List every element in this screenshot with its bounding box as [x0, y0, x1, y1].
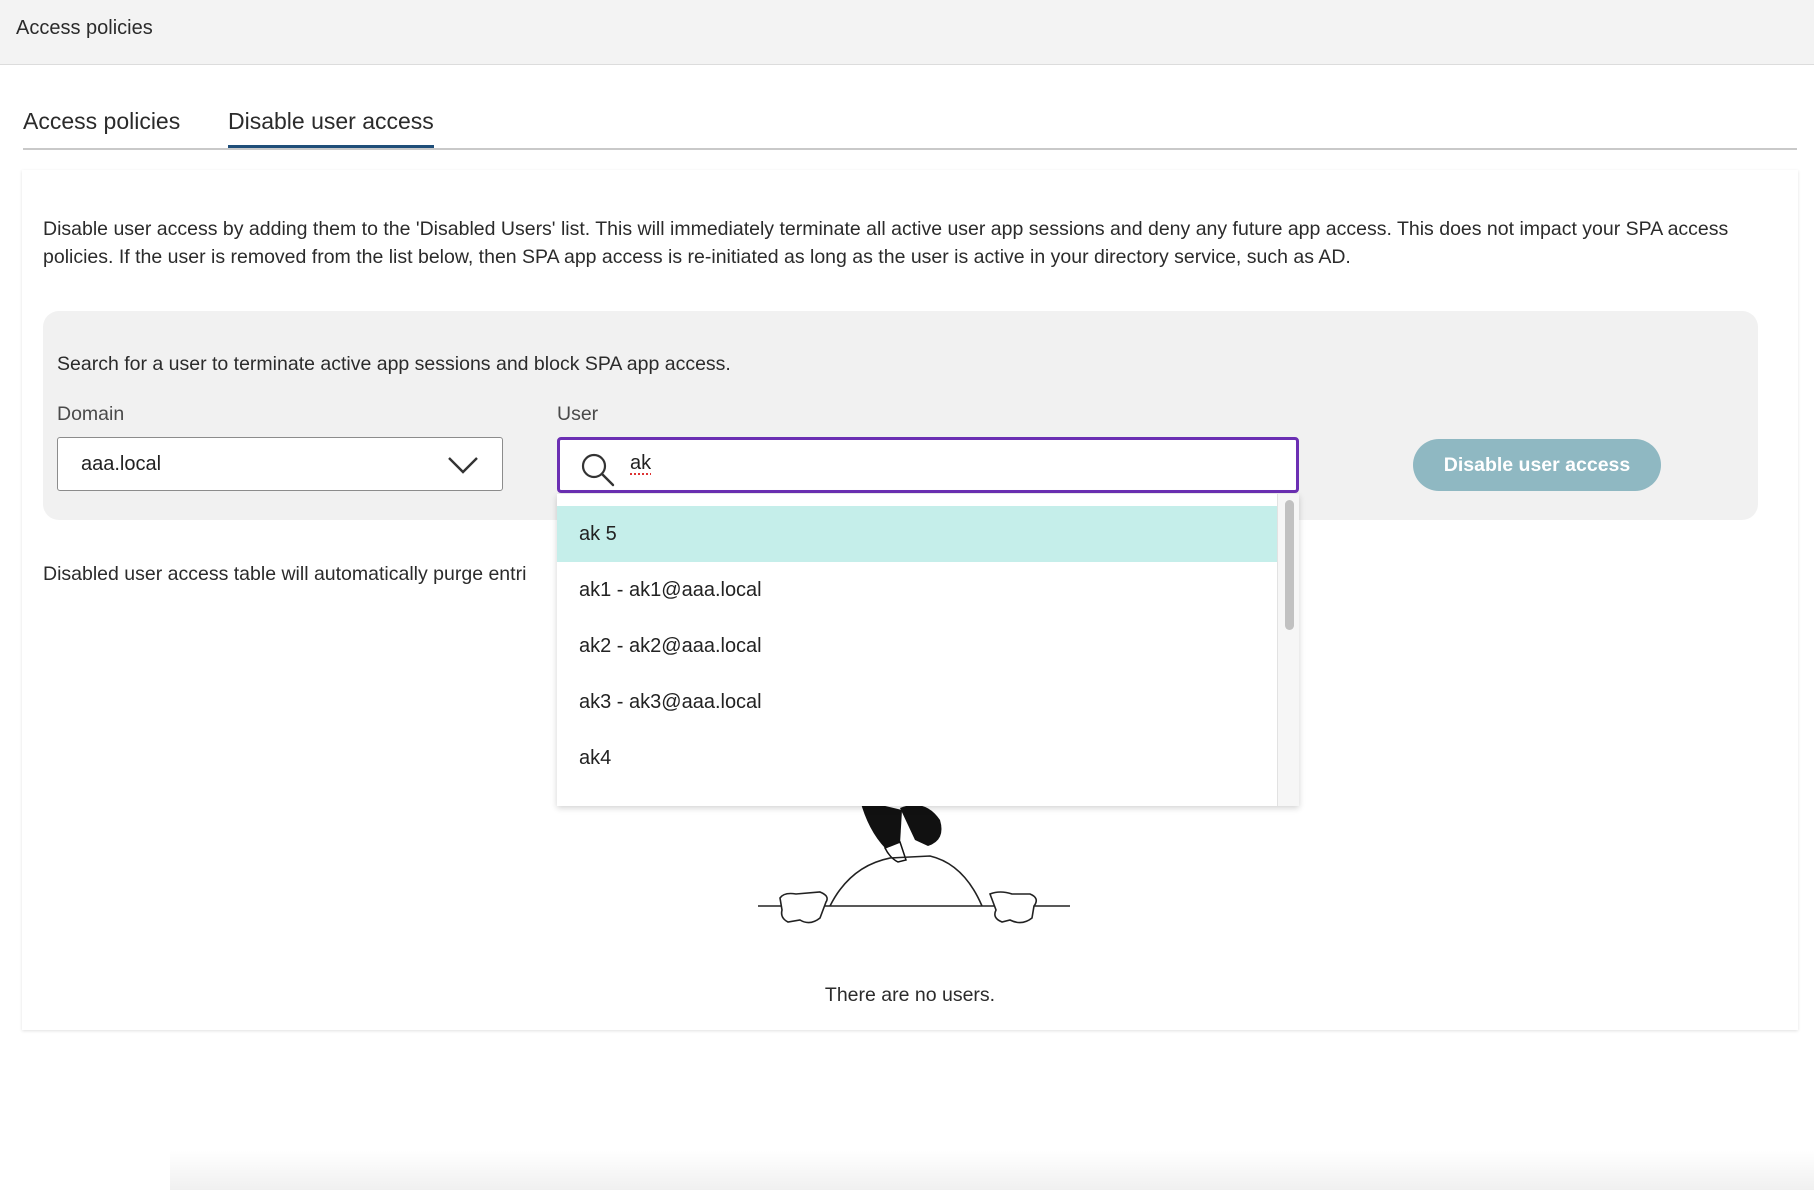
tab-access-policies[interactable]: Access policies [23, 108, 180, 146]
suggestion-item[interactable]: ak 5 [557, 506, 1278, 562]
top-bar: Access policies [0, 0, 1814, 65]
bottom-shadow [170, 1150, 1814, 1190]
domain-value: aaa.local [81, 453, 162, 475]
purge-info-text: Disabled user access table will automati… [43, 563, 527, 585]
page-title: Access policies [16, 17, 153, 39]
user-search-input[interactable] [630, 452, 1230, 475]
suggestion-item[interactable]: ak1 - ak1@aaa.local [557, 562, 1278, 618]
dropdown-scrollbar[interactable] [1277, 494, 1299, 806]
tab-bar: Access policies Disable user access [23, 108, 1797, 150]
search-icon [581, 453, 615, 487]
suggestion-item[interactable]: ak2 - ak2@aaa.local [557, 618, 1278, 674]
domain-select[interactable]: aaa.local [57, 437, 503, 491]
tab-disable-user-access[interactable]: Disable user access [228, 108, 434, 148]
domain-label: Domain [57, 403, 125, 425]
suggestion-item[interactable]: ak4 [557, 730, 1278, 786]
chevron-down-icon [448, 457, 478, 474]
user-search-field[interactable] [557, 437, 1299, 493]
description-text: Disable user access by adding them to th… [43, 218, 1729, 268]
scrollbar-thumb[interactable] [1285, 500, 1294, 630]
user-suggestions-dropdown: ak 5 ak1 - ak1@aaa.local ak2 - ak2@aaa.l… [557, 494, 1299, 806]
search-hint-text: Search for a user to terminate active ap… [57, 353, 731, 375]
disable-user-access-button[interactable]: Disable user access [1413, 439, 1661, 491]
user-label: User [557, 403, 599, 425]
suggestion-item[interactable]: ak3 - ak3@aaa.local [557, 674, 1278, 730]
empty-state-message: There are no users. [824, 984, 996, 1006]
